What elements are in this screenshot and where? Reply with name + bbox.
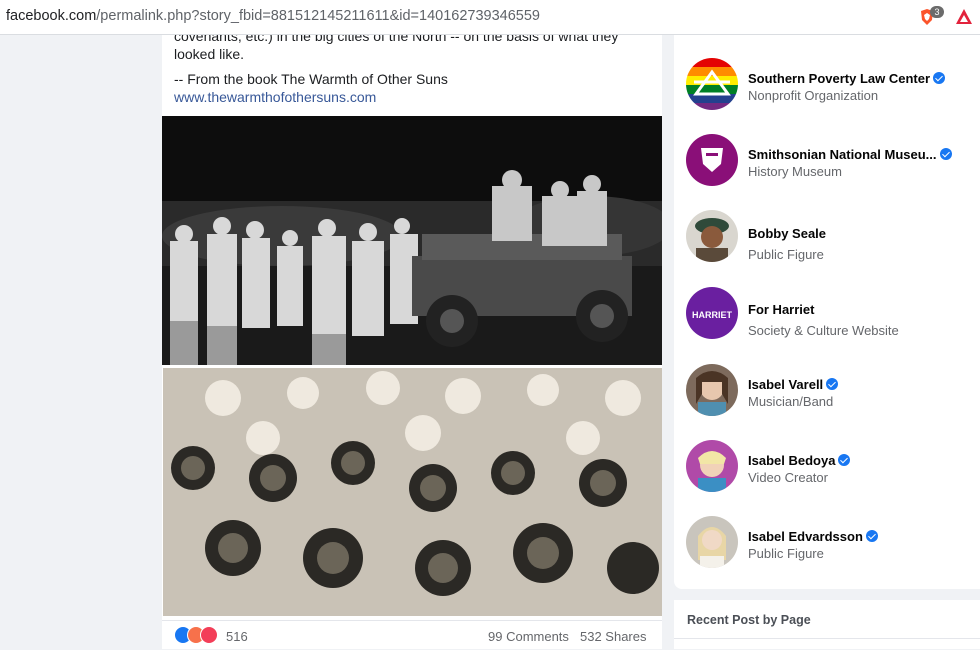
page-category: History Museum: [748, 164, 842, 179]
post-link[interactable]: www.thewarmthofothersuns.com: [174, 88, 376, 106]
url-path: /permalink.php?story_fbid=88151214521161…: [96, 8, 540, 24]
page-name-text: Southern Poverty Law Center: [748, 71, 931, 86]
page-name[interactable]: Isabel Bedoya: [748, 453, 851, 468]
reactions-summary[interactable]: [174, 626, 222, 644]
verified-badge-icon: [838, 454, 851, 466]
page-name-text: Smithsonian National Museu...: [748, 147, 937, 162]
comments-count[interactable]: 99 Comments: [488, 629, 569, 644]
shares-count[interactable]: 532 Shares: [580, 629, 647, 644]
page-avatar[interactable]: [686, 516, 738, 568]
related-pages-card: Southern Poverty Law Center Nonprofit Or…: [674, 35, 980, 589]
verified-badge-icon: [826, 378, 839, 390]
verified-badge-icon: [939, 148, 952, 160]
page-avatar[interactable]: [686, 364, 738, 416]
page-avatar[interactable]: [686, 58, 738, 110]
post-attribution: -- From the book The Warmth of Other Sun…: [174, 71, 448, 87]
page-category: Society & Culture Website: [748, 323, 899, 338]
post-card: covenants, etc.) in the big cities of th…: [162, 35, 662, 649]
page-category: Public Figure: [748, 546, 824, 561]
page-item[interactable]: Smithsonian National Museu... History Mu…: [674, 134, 980, 194]
recent-post-card: Recent Post by Page: [674, 600, 980, 649]
page-item[interactable]: Isabel Bedoya Video Creator: [674, 440, 980, 500]
page-name-text: Isabel Varell: [748, 377, 824, 392]
page-category: Public Figure: [748, 247, 824, 262]
page-name-text: Isabel Bedoya: [748, 453, 836, 468]
post-photo-crowd-jeep[interactable]: [162, 116, 662, 365]
page-name[interactable]: Southern Poverty Law Center: [748, 71, 946, 86]
page-category: Nonprofit Organization: [748, 88, 879, 103]
page-avatar[interactable]: HARRIET: [686, 287, 738, 339]
page-item[interactable]: Isabel Varell Musician/Band: [674, 364, 980, 424]
page-avatar[interactable]: [686, 440, 738, 492]
post-photo-soldiers-crowd[interactable]: [163, 368, 662, 616]
page-avatar[interactable]: [686, 210, 738, 262]
page-name[interactable]: Smithsonian National Museu...: [748, 147, 952, 162]
page-item[interactable]: HARRIET For Harriet Society & Culture We…: [674, 287, 980, 347]
avatar-label: HARRIET: [692, 310, 733, 320]
triangle-extension-icon[interactable]: [955, 8, 973, 25]
page-name[interactable]: Bobby Seale: [748, 226, 826, 241]
post-footer: 516 99 Comments 532 Shares: [162, 620, 662, 650]
page-name[interactable]: Isabel Varell: [748, 377, 839, 392]
page-item[interactable]: Isabel Edvardsson Public Figure: [674, 516, 980, 576]
verified-badge-icon: [865, 530, 878, 542]
extension-badge: 3: [930, 6, 944, 18]
url-host: facebook.com: [6, 8, 97, 24]
page-name[interactable]: Isabel Edvardsson: [748, 529, 878, 544]
page-name-text: Isabel Edvardsson: [748, 529, 863, 544]
recent-post-title: Recent Post by Page: [687, 613, 811, 627]
page-avatar[interactable]: [686, 134, 738, 186]
verified-badge-icon: [933, 72, 946, 84]
divider: [674, 638, 980, 639]
page-name[interactable]: For Harriet: [748, 302, 814, 317]
page-item[interactable]: Bobby Seale Public Figure: [674, 210, 980, 270]
address-bar[interactable]: facebook.com/permalink.php?story_fbid=88…: [0, 0, 980, 35]
post-text-line: looked like.: [174, 46, 245, 62]
reaction-count[interactable]: 516: [226, 629, 248, 644]
page-item[interactable]: Southern Poverty Law Center Nonprofit Or…: [674, 58, 980, 118]
page-category: Video Creator: [748, 470, 828, 485]
love-reaction-icon: [200, 626, 218, 644]
url-text[interactable]: facebook.com/permalink.php?story_fbid=88…: [6, 8, 540, 24]
page-category: Musician/Band: [748, 394, 834, 409]
